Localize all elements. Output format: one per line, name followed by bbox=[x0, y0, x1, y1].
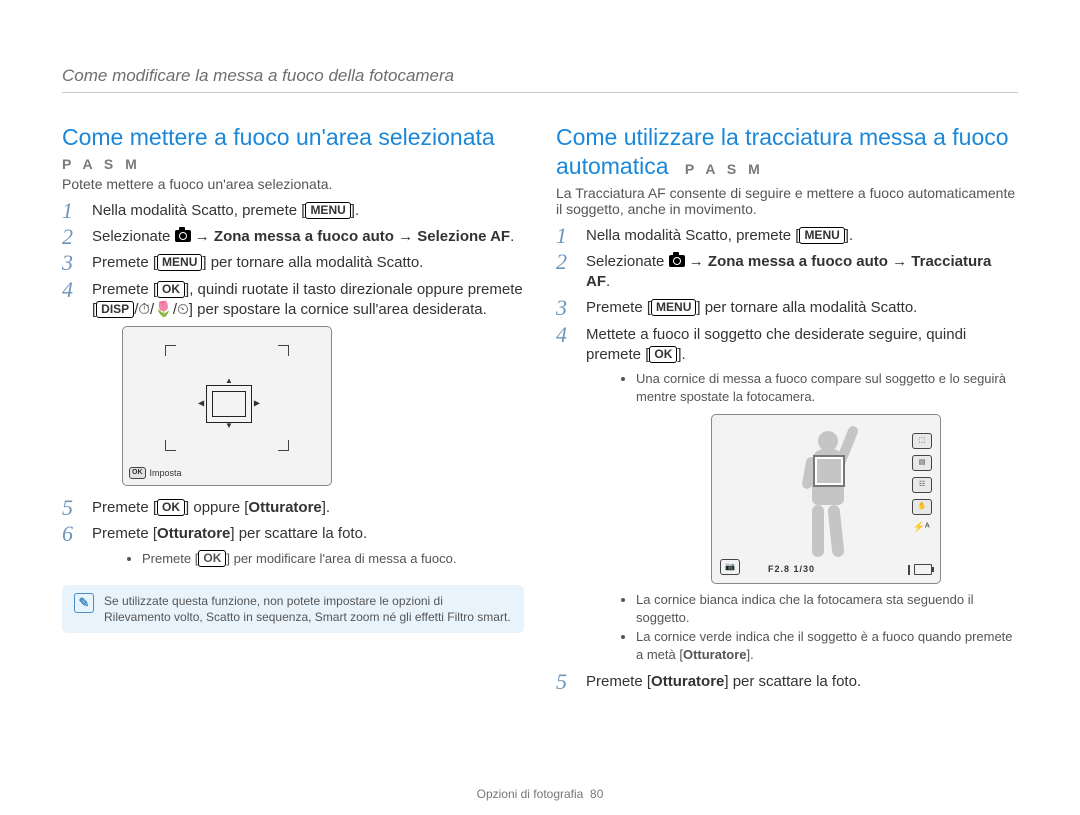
steps-right: Nella modalità Scatto, premete [MENU]. S… bbox=[556, 223, 1018, 696]
menu-button-icon: MENU bbox=[157, 254, 202, 271]
step-1: Nella modalità Scatto, premete [MENU]. bbox=[556, 223, 1018, 249]
stabilizer-icon: ✋ bbox=[912, 499, 932, 515]
focus-frame-icon: ▲ ▼ ◀ ▶ bbox=[206, 385, 252, 423]
note-callout: ✎ Se utilizzate questa funzione, non pot… bbox=[62, 585, 524, 633]
tracking-frame-icon bbox=[815, 457, 843, 485]
steps-left: Nella modalità Scatto, premete [MENU]. S… bbox=[62, 198, 524, 573]
quality-indicator-icon: ▤ bbox=[912, 455, 932, 471]
ok-indicator-icon: OK bbox=[129, 467, 146, 478]
step-1: Nella modalità Scatto, premete [MENU]. bbox=[62, 198, 524, 224]
ok-button-icon: OK bbox=[198, 550, 226, 567]
step-5: Premete [OK] oppure [Otturatore]. bbox=[62, 495, 524, 521]
step-2: Selezionate → Zona messa a fuoco auto → … bbox=[62, 224, 524, 250]
intro-left: Potete mettere a fuoco un'area seleziona… bbox=[62, 176, 524, 192]
step-4: Mettete a fuoco il soggetto che desidera… bbox=[556, 322, 1018, 670]
substeps-right-1: Una cornice di messa a fuoco compare sul… bbox=[616, 369, 1018, 406]
disp-button-icon: DISP bbox=[96, 301, 134, 318]
sub-item: Premete [OK] per modificare l'area di me… bbox=[142, 549, 524, 569]
battery-icon bbox=[914, 564, 932, 575]
ok-button-icon: OK bbox=[649, 346, 677, 363]
lcd-illustration-left: ▲ ▼ ◀ ▶ OK Imposta bbox=[122, 326, 524, 486]
section-title-right: Come utilizzare la tracciatura messa a f… bbox=[556, 123, 1018, 181]
ok-button-icon: OK bbox=[157, 281, 185, 298]
menu-button-icon: MENU bbox=[799, 227, 844, 244]
lcd-illustration-right: ⬚ ▤ ☷ ✋ ⚡ᴬ 📷 F2.8 1/30 bbox=[634, 414, 1018, 584]
lcd-bottom-right-icons bbox=[908, 564, 932, 575]
camera-icon bbox=[175, 230, 191, 242]
step-6: Premete [Otturatore] per scattare la fot… bbox=[62, 521, 524, 573]
flash-auto-icon: ⚡ᴬ bbox=[912, 521, 930, 535]
mode-badges-right: P A S M bbox=[685, 161, 764, 179]
manual-page: Come modificare la messa a fuoco della f… bbox=[0, 0, 1080, 815]
sub-item: La cornice verde indica che il soggetto … bbox=[636, 627, 1018, 664]
note-icon: ✎ bbox=[74, 593, 94, 613]
menu-button-icon: MENU bbox=[651, 299, 696, 316]
camera-mode-icon: 📷 bbox=[720, 559, 740, 575]
sub-item: La cornice bianca indica che la fotocame… bbox=[636, 590, 1018, 627]
page-footer: Opzioni di fotografia 80 bbox=[0, 787, 1080, 801]
step-2: Selezionate → Zona messa a fuoco auto → … bbox=[556, 249, 1018, 296]
lcd-status-bar: OK Imposta bbox=[129, 467, 182, 479]
menu-button-icon: MENU bbox=[305, 202, 350, 219]
step-4: Premete [OK], quindi ruotate il tasto di… bbox=[62, 277, 524, 496]
column-left: Come mettere a fuoco un'area selezionata… bbox=[62, 123, 524, 696]
step-3: Premete [MENU] per tornare alla modalità… bbox=[556, 295, 1018, 321]
mode-indicator-icon: ☷ bbox=[912, 477, 932, 493]
substeps-right-2: La cornice bianca indica che la fotocame… bbox=[616, 590, 1018, 664]
step-3: Premete [MENU] per tornare alla modalità… bbox=[62, 250, 524, 276]
running-header: Come modificare la messa a fuoco della f… bbox=[62, 66, 1018, 93]
lcd-side-icons: ⬚ ▤ ☷ ✋ ⚡ᴬ bbox=[912, 433, 932, 535]
exposure-readout: F2.8 1/30 bbox=[768, 563, 815, 575]
section-title-left: Come mettere a fuoco un'area selezionata bbox=[62, 123, 524, 152]
column-right: Come utilizzare la tracciatura messa a f… bbox=[556, 123, 1018, 696]
sub-item: Una cornice di messa a fuoco compare sul… bbox=[636, 369, 1018, 406]
mode-badges-left: P A S M bbox=[62, 156, 141, 172]
intro-right: La Tracciatura AF consente di seguire e … bbox=[556, 185, 1018, 217]
ok-button-icon: OK bbox=[157, 499, 185, 516]
step-5: Premete [Otturatore] per scattare la fot… bbox=[556, 669, 1018, 695]
note-text: Se utilizzate questa funzione, non potet… bbox=[104, 593, 512, 625]
subject-silhouette-icon bbox=[804, 431, 864, 561]
size-indicator-icon: ⬚ bbox=[912, 433, 932, 449]
columns: Come mettere a fuoco un'area selezionata… bbox=[62, 123, 1018, 696]
camera-icon bbox=[669, 255, 685, 267]
substeps-left: Premete [OK] per modificare l'area di me… bbox=[122, 549, 524, 569]
